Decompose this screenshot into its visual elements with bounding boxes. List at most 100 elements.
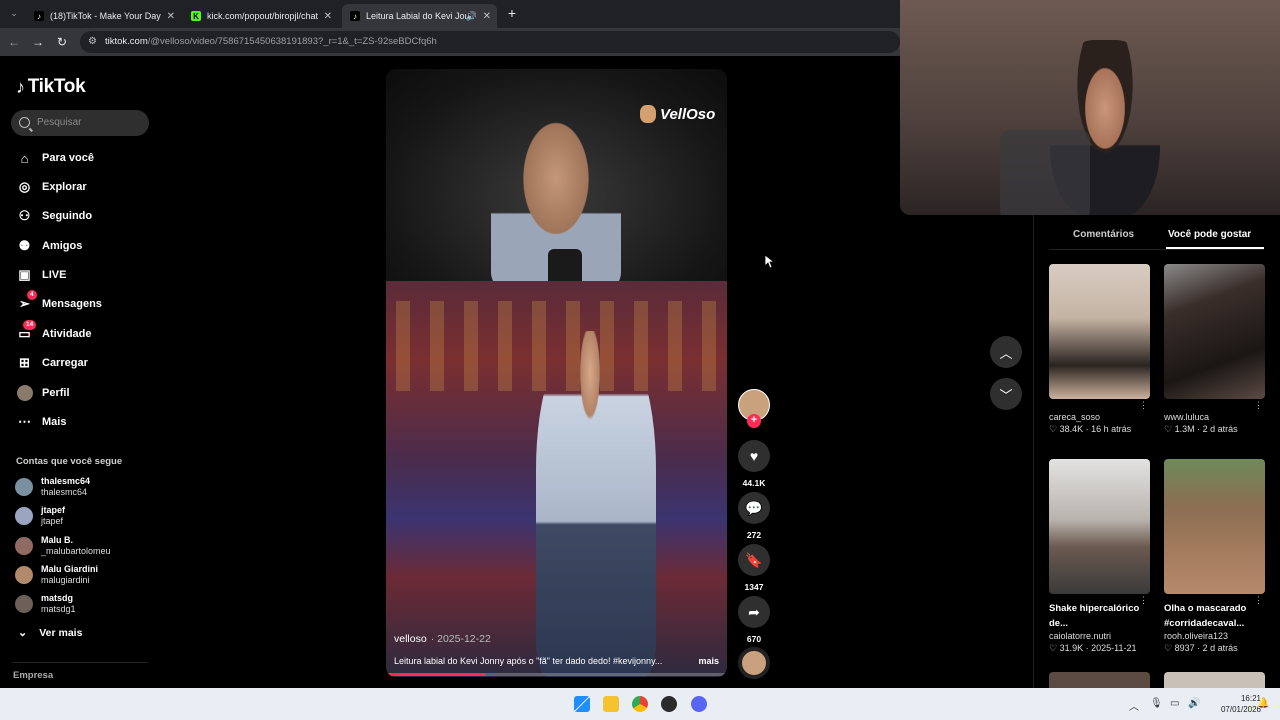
card-title[interactable]: Shake hipercalórico de...	[1049, 601, 1150, 631]
browser-tab-1[interactable]: ♪ (18)TikTok - Make Your Day ✕	[26, 4, 181, 28]
obs-icon[interactable]	[661, 696, 677, 712]
chevron-up-icon: ︿	[999, 345, 1013, 361]
account-handle: matsdg1	[41, 604, 76, 614]
video-card[interactable]: ⋮ Shake hipercalórico de... caiolatorre.…	[1049, 459, 1150, 654]
tab-search-chevron-icon[interactable]: ⌄	[6, 5, 22, 21]
heart-outline-icon: ♡	[1049, 643, 1060, 653]
card-likes: 38.4K	[1059, 424, 1084, 434]
card-user[interactable]: careca_soso	[1049, 412, 1150, 422]
comment-button[interactable]: 💬 272	[738, 492, 770, 540]
video-card[interactable]: ⋮ www.luluca ♡ 1.3M · 2 d atrás	[1164, 264, 1265, 435]
see-more-button[interactable]: ⌄ Ver mais	[18, 626, 83, 640]
video-author[interactable]: velloso · 2025-12-22	[394, 633, 491, 645]
new-tab-button[interactable]: +	[504, 5, 520, 21]
follow-button[interactable]: +	[747, 414, 761, 428]
nav-profile[interactable]: Perfil	[16, 383, 70, 403]
chevron-down-icon: ⌄	[18, 627, 28, 639]
browser-tab-2[interactable]: K kick.com/popout/biropjl/chat ✕	[183, 4, 338, 28]
video-thumbnail: ⋮	[1164, 264, 1265, 410]
volume-icon[interactable]: 🔊	[1188, 698, 1200, 709]
discord-icon[interactable]	[691, 696, 707, 712]
microphone-tray-icon[interactable]: 🎙	[1150, 698, 1163, 709]
recommendations-panel: Comentários Você pode gostar ⋮ careca_so…	[1033, 215, 1280, 688]
nav-label: Mais	[42, 416, 67, 428]
avatar	[15, 595, 33, 613]
save-button[interactable]: 🔖 1347	[738, 544, 770, 592]
video-thumbnail-partial[interactable]	[1164, 672, 1265, 688]
nav-explore[interactable]: ◎ Explorar	[16, 177, 87, 197]
tiktok-icon: ♪	[34, 11, 44, 21]
heart-icon: ♥	[738, 440, 770, 472]
music-disc-avatar[interactable]	[738, 647, 770, 679]
chrome-icon[interactable]	[632, 696, 648, 712]
account-item[interactable]: Malu B. _malubartolomeu	[15, 533, 111, 559]
close-icon[interactable]: ✕	[167, 11, 175, 22]
share-button[interactable]: ➦ 670	[738, 596, 770, 644]
search-input[interactable]: Pesquisar	[11, 110, 149, 136]
account-name: thalesmc64	[41, 476, 91, 486]
heart-outline-icon: ♡	[1164, 643, 1175, 653]
close-icon[interactable]: ✕	[483, 11, 491, 22]
company-link[interactable]: Empresa	[13, 670, 53, 681]
account-item[interactable]: thalesmc64 thalesmc64	[15, 474, 90, 500]
taskbar-clock[interactable]: 16:21 07/01/2026	[1205, 693, 1261, 715]
account-item[interactable]: jtapef jtapef	[15, 503, 65, 529]
site-info-icon[interactable]: ⚙	[88, 31, 97, 53]
previous-video-button[interactable]: ︿	[990, 336, 1022, 368]
nav-upload[interactable]: ⊞ Carregar	[16, 353, 88, 373]
account-handle: jtapef	[41, 516, 64, 526]
card-title[interactable]: Olha o mascarado #corridadecaval...	[1164, 601, 1265, 631]
forward-icon[interactable]: →	[30, 34, 46, 50]
nav-label: Amigos	[42, 240, 83, 252]
nav-messages[interactable]: ➢ 4 Mensagens	[16, 289, 102, 314]
tiktok-logo[interactable]: ♪ TikTok	[16, 76, 86, 98]
nav-activity[interactable]: ▭ 14 Atividade	[16, 319, 92, 344]
more-options-icon[interactable]: ⋮	[1254, 595, 1263, 606]
more-options-icon[interactable]: ⋮	[1139, 400, 1148, 411]
nav-label: Perfil	[42, 387, 70, 399]
url-input[interactable]: ⚙ tiktok.com/@velloso/video/758671545063…	[80, 31, 900, 53]
tray-chevron-icon[interactable]: ︿	[1129, 698, 1139, 713]
nav-label: Explorar	[42, 181, 87, 193]
following-accounts-title: Contas que você segue	[16, 456, 123, 467]
tab-comments[interactable]: Comentários	[1073, 229, 1134, 240]
start-icon[interactable]	[574, 696, 590, 712]
next-video-button[interactable]: ﹀	[990, 378, 1022, 410]
caption-more-button[interactable]: mais	[698, 656, 719, 666]
video-thumbnail-partial[interactable]	[1049, 672, 1150, 688]
channel-watermark: VellOso	[640, 105, 715, 123]
video-progress-bar[interactable]	[386, 673, 727, 676]
speaker-icon[interactable]: 🔊	[466, 11, 477, 22]
nav-label: Atividade	[42, 328, 92, 340]
more-icon: ⋯	[18, 414, 31, 429]
nav-following[interactable]: ⚇ Seguindo	[16, 206, 92, 226]
tab-you-may-like[interactable]: Você pode gostar	[1168, 229, 1251, 240]
nav-friends[interactable]: ⚉ Amigos	[16, 236, 83, 256]
video-card[interactable]: ⋮ Olha o mascarado #corridadecaval... ro…	[1164, 459, 1265, 654]
card-user[interactable]: rooh.oliveira123	[1164, 631, 1265, 641]
video-card[interactable]: ⋮ careca_soso ♡ 38.4K · 16 h atrás	[1049, 264, 1150, 435]
reload-icon[interactable]: ↻	[54, 34, 70, 50]
back-icon[interactable]: ←	[6, 34, 22, 50]
like-button[interactable]: ♥ 44.1K	[738, 440, 770, 488]
card-age: · 2 d atrás	[1197, 643, 1238, 653]
network-icon[interactable]: ▭	[1170, 698, 1179, 709]
nav-more[interactable]: ⋯ Mais	[16, 412, 66, 432]
card-user[interactable]: www.luluca	[1164, 412, 1265, 422]
close-icon[interactable]: ✕	[324, 11, 332, 22]
nav-live[interactable]: ▣ LIVE	[16, 265, 66, 285]
url-path: /@velloso/video/7586715450638191893?_r=1…	[147, 36, 437, 47]
notifications-icon[interactable]: 🔔	[1257, 698, 1269, 709]
see-more-label: Ver mais	[39, 626, 83, 639]
more-options-icon[interactable]: ⋮	[1139, 595, 1148, 606]
browser-tab-3[interactable]: ♪ Leitura Labial do Kevi Jonny 🔊 ✕	[342, 4, 497, 28]
account-item[interactable]: matsdg matsdg1	[15, 591, 76, 617]
upload-icon: ⊞	[19, 355, 30, 370]
file-explorer-icon[interactable]	[603, 696, 619, 712]
account-item[interactable]: Malu Giardini malugiardini	[15, 562, 98, 588]
more-options-icon[interactable]: ⋮	[1254, 400, 1263, 411]
video-player[interactable]: VellOso velloso · 2025-12-22 Leitura labi…	[386, 69, 727, 677]
card-user[interactable]: caiolatorre.nutri	[1049, 631, 1150, 641]
heart-outline-icon: ♡	[1164, 424, 1175, 434]
nav-for-you[interactable]: ⌂ Para você	[16, 148, 94, 168]
